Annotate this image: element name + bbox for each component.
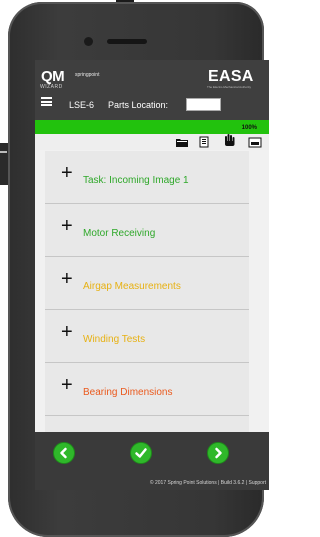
task-label: Airgap Measurements — [83, 281, 181, 292]
next-button[interactable] — [207, 442, 229, 464]
plus-icon[interactable]: + — [61, 162, 73, 185]
springpoint-logo: springpoint — [75, 72, 100, 78]
task-label: Motor Receiving — [83, 228, 156, 239]
chevron-right-icon — [215, 447, 222, 459]
toolbar: 100% — [35, 120, 269, 150]
layers-icon[interactable] — [248, 135, 262, 153]
copyright-text: © 2017 Spring Point Solutions | Build 3.… — [149, 480, 266, 486]
app-header: QM WIZARD springpoint EASA The Electro-M… — [35, 60, 269, 120]
progress-bar: 100% — [35, 120, 269, 134]
task-item[interactable]: + Bearing Dimensions — [45, 363, 249, 416]
plus-icon[interactable]: + — [61, 215, 73, 238]
hand-icon[interactable] — [223, 133, 236, 152]
qm-logo: QM — [41, 68, 65, 85]
task-item[interactable]: + Winding Tests — [45, 310, 249, 363]
back-button[interactable] — [53, 442, 75, 464]
task-label: Winding Tests — [83, 334, 146, 345]
easa-logo-subtext: The Electro-Mechanical Authority — [207, 85, 252, 89]
save-check-button[interactable] — [130, 442, 152, 464]
task-label: Bearing Dimensions — [83, 387, 173, 398]
hamburger-menu-icon[interactable] — [41, 97, 52, 106]
plus-icon[interactable]: + — [61, 374, 73, 397]
speaker-grille — [107, 39, 147, 44]
check-icon — [135, 448, 147, 458]
chevron-left-icon — [60, 447, 67, 459]
parts-location-input[interactable] — [186, 98, 221, 111]
task-list: + Task: Incoming Image 1 + Motor Receivi… — [45, 151, 249, 444]
app-screen: QM WIZARD springpoint EASA The Electro-M… — [35, 60, 269, 490]
progress-fill — [35, 120, 269, 134]
plus-icon[interactable]: + — [61, 268, 73, 291]
footer-bar: © 2017 Spring Point Solutions | Build 3.… — [35, 432, 269, 490]
phone-frame: QM WIZARD springpoint EASA The Electro-M… — [8, 2, 269, 537]
lse-label: LSE-6 — [69, 100, 95, 110]
progress-text: 100% — [241, 125, 257, 131]
easa-logo: EASA — [208, 68, 254, 85]
plus-icon[interactable]: + — [61, 321, 73, 344]
task-item[interactable]: + Airgap Measurements — [45, 257, 249, 310]
qm-logo-subtext: WIZARD — [40, 84, 63, 90]
task-item[interactable]: + Motor Receiving — [45, 204, 249, 257]
task-label: Task: Incoming Image 1 — [83, 175, 189, 186]
task-item[interactable]: + Task: Incoming Image 1 — [45, 151, 249, 204]
parts-location-label: Parts Location: — [108, 100, 169, 110]
camera-dot — [84, 37, 93, 46]
